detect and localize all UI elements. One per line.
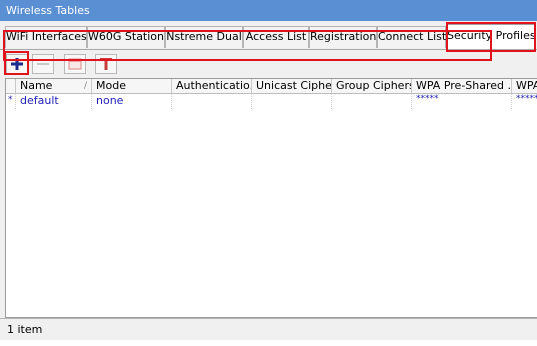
cell-authentication: [172, 94, 252, 109]
column-header-authentication[interactable]: Authenticatio...: [172, 79, 252, 94]
column-header-wpa-pre-shared[interactable]: WPA Pre-Shared ...: [412, 79, 512, 94]
window-title: Wireless Tables: [6, 4, 90, 17]
cell-unicast-ciphers: [252, 94, 332, 109]
cell-mode: none: [92, 94, 172, 109]
window-titlebar[interactable]: Wireless Tables: [0, 0, 537, 21]
cell-name: default: [16, 94, 92, 109]
column-header-name-label: Name: [20, 79, 53, 92]
column-header-group-ciphers[interactable]: Group Ciphers: [332, 79, 412, 94]
table-row[interactable]: * default none ***** *****: [6, 94, 537, 109]
row-marker: *: [6, 94, 16, 109]
sort-icon: /: [83, 81, 87, 91]
column-header-marker: [6, 79, 16, 94]
highlight-tab-toolbar-outline: [3, 30, 492, 61]
table-header: Name / Mode Authenticatio... Unicast Cip…: [6, 79, 537, 94]
cell-group-ciphers: [332, 94, 412, 109]
item-count: 1 item: [7, 323, 43, 336]
column-header-unicast-ciphers[interactable]: Unicast Ciphers: [252, 79, 332, 94]
column-header-mode[interactable]: Mode: [92, 79, 172, 94]
window-bottom-edge: [0, 340, 537, 346]
column-header-name[interactable]: Name /: [16, 79, 92, 94]
status-bar: 1 item: [0, 318, 537, 340]
security-profiles-table: Name / Mode Authenticatio... Unicast Cip…: [5, 78, 537, 318]
wireless-tables-window: Wireless Tables WiFi Interfaces W60G Sta…: [0, 0, 537, 346]
highlight-add-button: [4, 51, 29, 75]
highlight-security-profiles-tab: [446, 22, 536, 52]
cell-wpa2-pre-shared-key: *****: [516, 94, 537, 104]
cell-wpa-pre-shared-key: *****: [412, 94, 512, 109]
column-header-wpa2[interactable]: WPA: [512, 79, 537, 94]
